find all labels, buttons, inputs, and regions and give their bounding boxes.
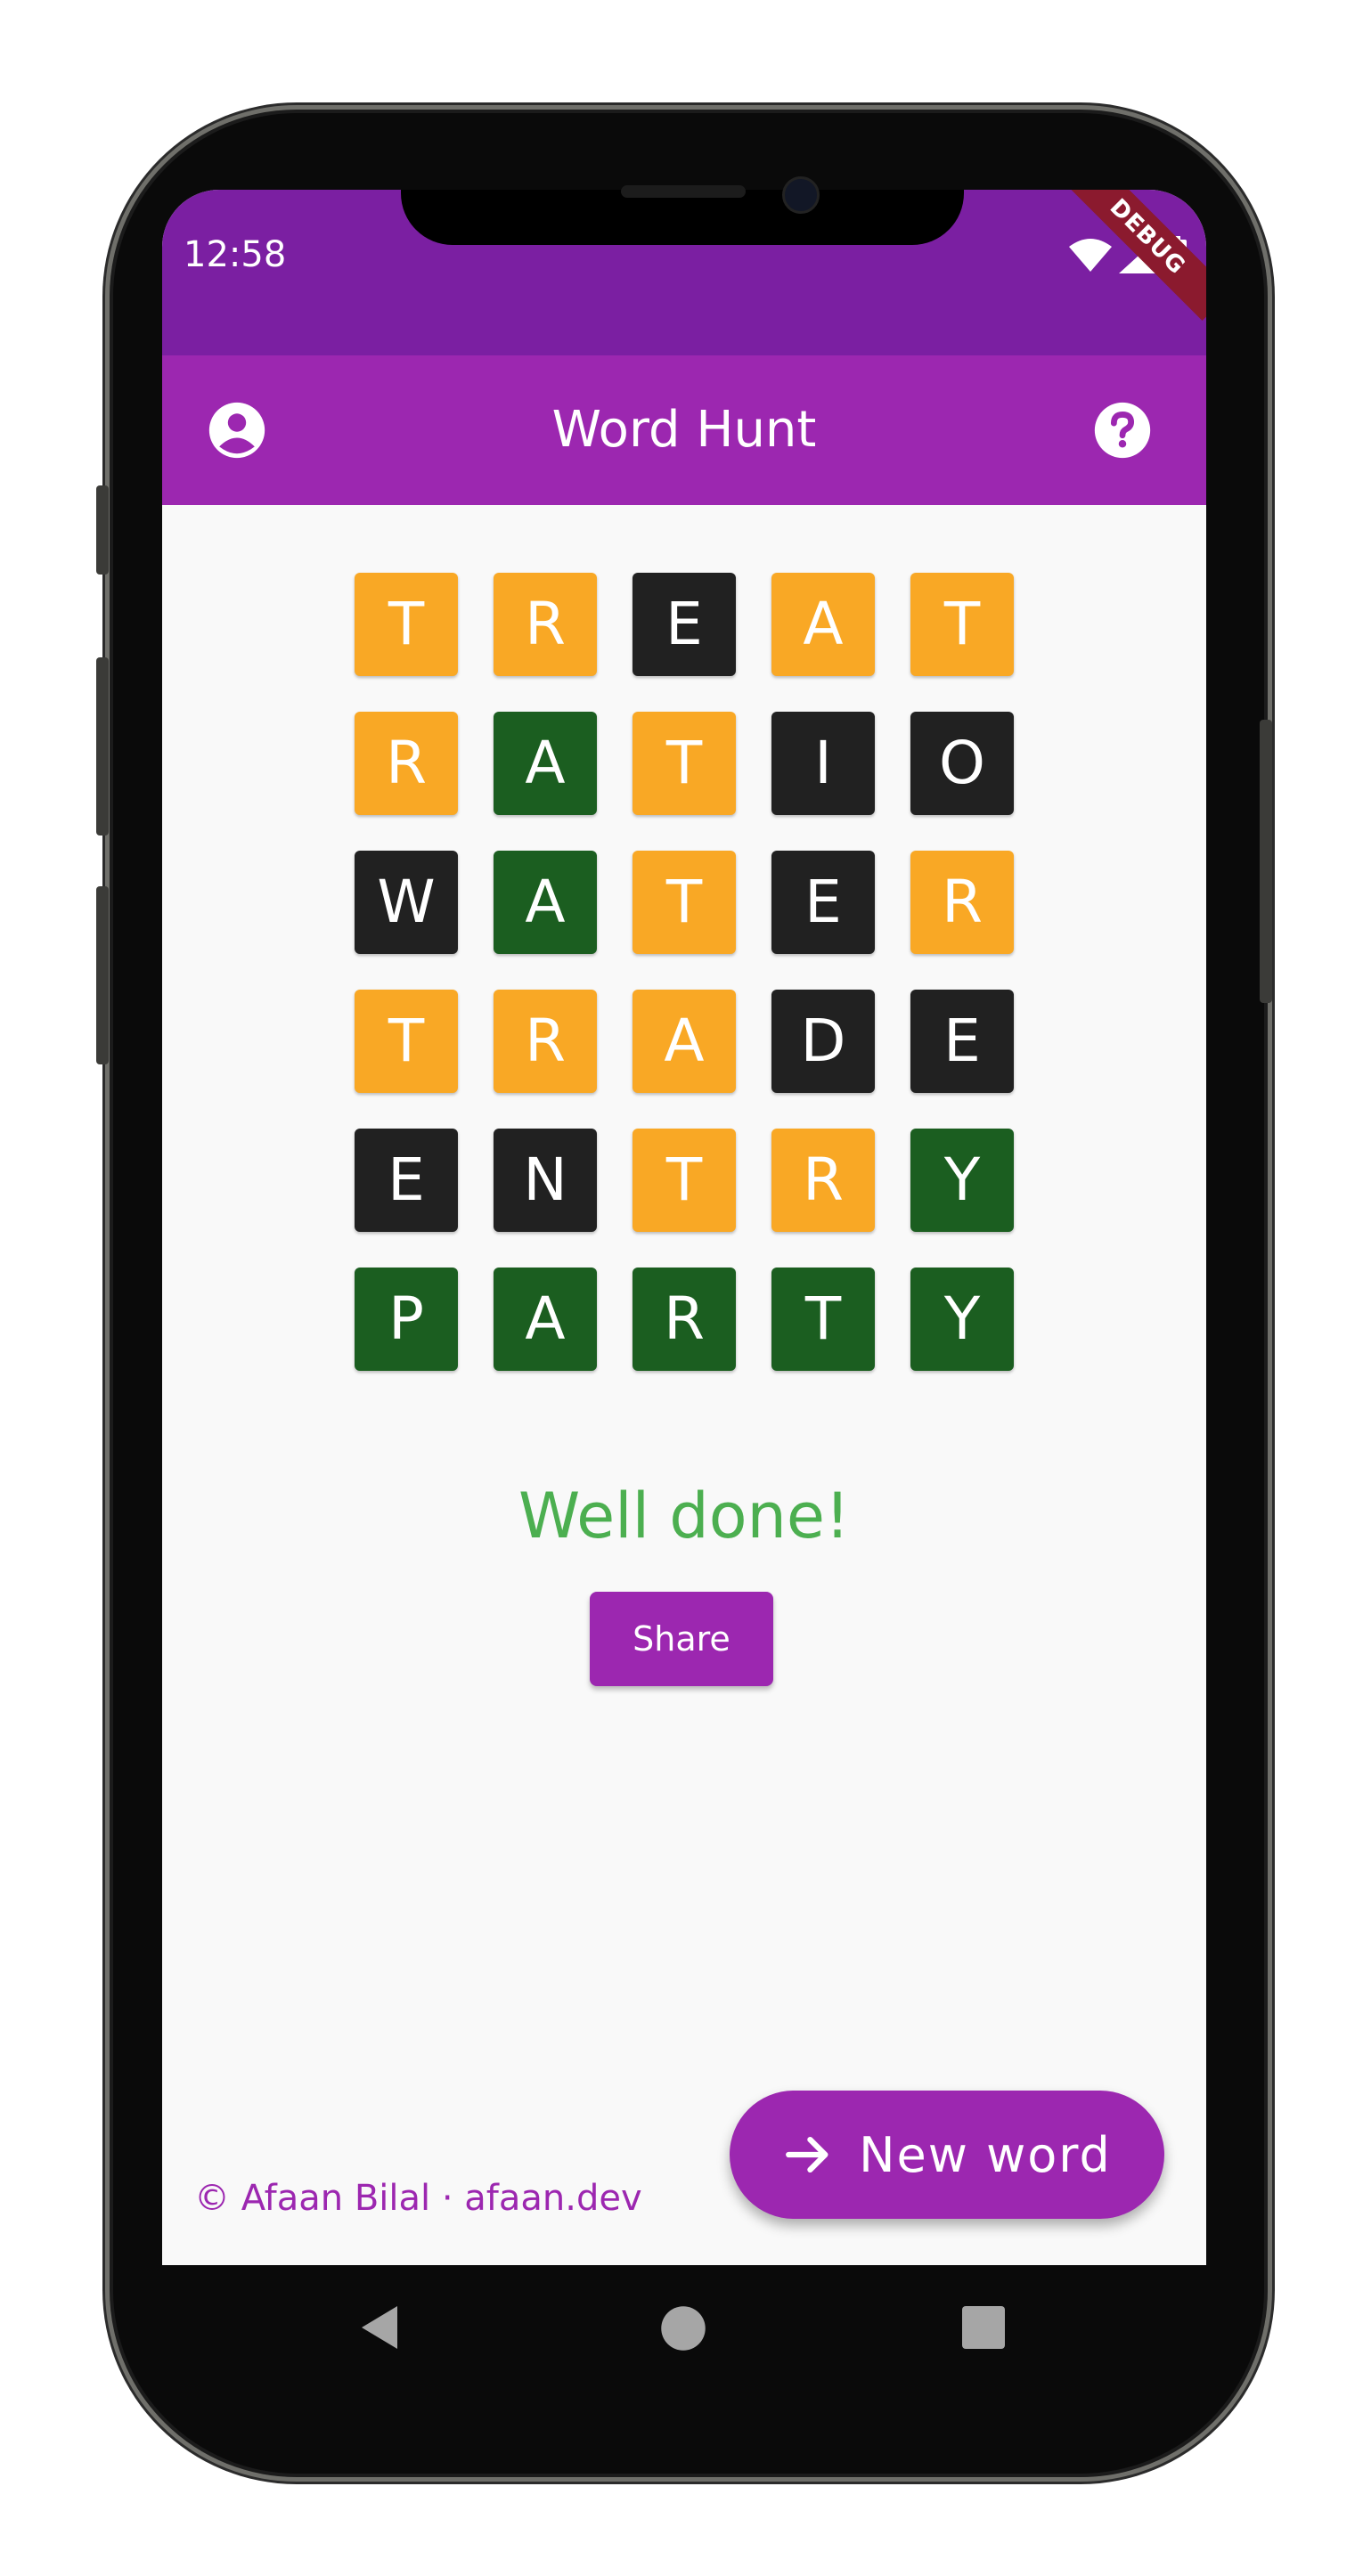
letter-tile: T: [355, 573, 458, 676]
system-nav-bar: [162, 2265, 1206, 2390]
recents-square-icon: [962, 2306, 1005, 2349]
result-message: Well done!: [518, 1480, 851, 1553]
letter-tile: W: [355, 851, 458, 954]
letter-tile: A: [494, 712, 597, 815]
new-word-button[interactable]: New word: [730, 2091, 1164, 2219]
letter-tile: E: [771, 851, 875, 954]
letter-tile: D: [771, 990, 875, 1093]
letter-tile: T: [771, 1268, 875, 1371]
status-time: 12:58: [184, 234, 287, 275]
nav-back-button[interactable]: [358, 2303, 401, 2356]
share-button[interactable]: Share: [590, 1592, 773, 1686]
phone-notch: [401, 190, 964, 245]
power-button: [1260, 720, 1272, 1003]
letter-tile: T: [633, 851, 736, 954]
letter-tile: R: [494, 573, 597, 676]
back-triangle-icon: [362, 2306, 397, 2349]
letter-tile: A: [494, 851, 597, 954]
letter-tile: O: [910, 712, 1014, 815]
wifi-icon: [1069, 239, 1112, 272]
arrow-forward-icon: [786, 2136, 828, 2173]
copyright-text[interactable]: © Afaan Bilal · afaan.dev: [194, 2178, 642, 2219]
page-title: Word Hunt: [551, 401, 817, 459]
letter-tile: R: [910, 851, 1014, 954]
letter-tile: A: [633, 990, 736, 1093]
nav-recents-button[interactable]: [962, 2306, 1005, 2352]
letter-tile: T: [633, 1129, 736, 1232]
letter-tile: Y: [910, 1129, 1014, 1232]
letter-tile: A: [494, 1268, 597, 1371]
letter-tile: R: [494, 990, 597, 1093]
letter-tile: T: [910, 573, 1014, 676]
earpiece-speaker: [621, 185, 746, 198]
letter-tile: R: [633, 1268, 736, 1371]
letter-tile: P: [355, 1268, 458, 1371]
letter-tile: R: [771, 1129, 875, 1232]
home-circle-icon: [661, 2306, 706, 2351]
letter-tile: R: [355, 712, 458, 815]
app-screen: 12:58 DEBUG Word Hunt T R E A T R A T I …: [162, 190, 1206, 2265]
letter-tile: A: [771, 573, 875, 676]
front-camera: [782, 176, 820, 214]
help-button[interactable]: [1092, 400, 1153, 461]
letter-tile: E: [633, 573, 736, 676]
volume-down-button: [96, 886, 109, 1064]
nav-home-button[interactable]: [659, 2304, 707, 2356]
help-icon: [1094, 402, 1151, 459]
letter-tile: Y: [910, 1268, 1014, 1371]
volume-up-button: [96, 657, 109, 836]
new-word-label: New word: [859, 2126, 1112, 2183]
app-bar: Word Hunt: [162, 355, 1206, 505]
letter-tile: T: [633, 712, 736, 815]
silent-switch: [96, 485, 109, 575]
letter-tile: T: [355, 990, 458, 1093]
letter-tile: E: [910, 990, 1014, 1093]
letter-tile: E: [355, 1129, 458, 1232]
letter-tile: I: [771, 712, 875, 815]
letter-tile: N: [494, 1129, 597, 1232]
